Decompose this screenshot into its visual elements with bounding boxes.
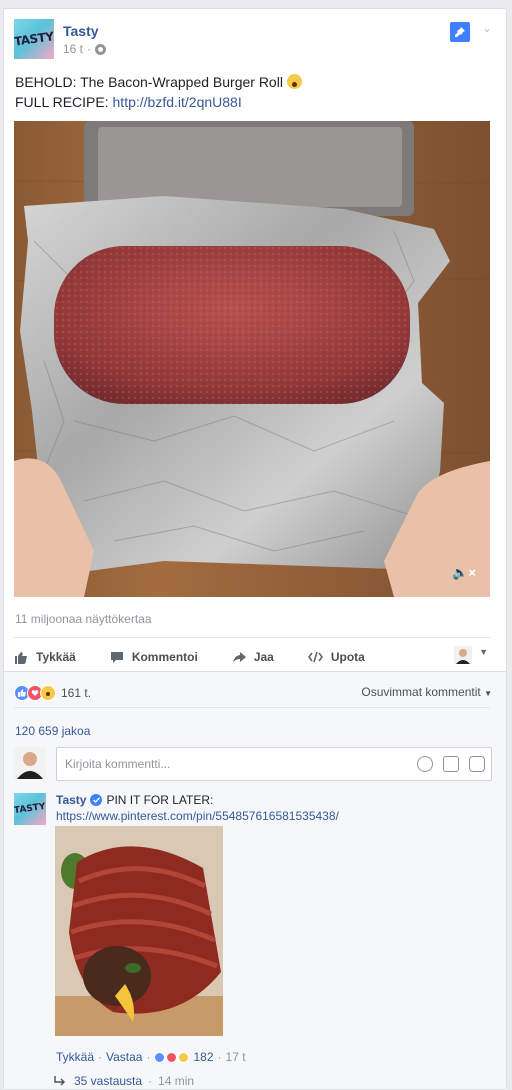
caret-down-icon: ▼	[484, 689, 492, 698]
reaction-summary[interactable]: 161 t.	[14, 685, 91, 701]
wow-reaction-icon	[178, 1051, 190, 1063]
mute-icon[interactable]: 🔈×	[452, 565, 476, 581]
chevron-down-icon[interactable]: ⌄	[482, 21, 492, 35]
embed-label: Upota	[330, 650, 365, 664]
divider	[14, 707, 490, 708]
comment-label: Kommentoi	[131, 650, 198, 664]
globe-icon	[95, 43, 107, 55]
comment-header: Tasty PIN IT FOR LATER:	[56, 793, 213, 807]
user-avatar[interactable]	[14, 747, 46, 779]
comment-button[interactable]: Kommentoi	[110, 650, 198, 664]
reaction-count: 161 t.	[61, 686, 92, 700]
view-replies[interactable]: 35 vastausta · 14 min	[54, 1074, 194, 1088]
action-bar: Tykkää Kommentoi Jaa Upota ▼	[14, 645, 490, 669]
camera-icon[interactable]	[443, 756, 459, 772]
like-label: Tykkää	[36, 650, 76, 664]
emoji-icon[interactable]	[417, 756, 433, 772]
page-avatar[interactable]: TASTY	[14, 19, 54, 59]
post-text-prefix: FULL RECIPE:	[15, 94, 113, 110]
code-icon	[307, 651, 323, 663]
comment-box	[56, 747, 492, 781]
video-frame	[14, 121, 490, 597]
reply-arrow-icon	[54, 1076, 65, 1086]
tasty-logo: TASTY	[14, 801, 46, 817]
comment-time[interactable]: 17 t	[226, 1050, 246, 1064]
like-reaction-icon	[154, 1051, 166, 1063]
comment-tools	[417, 756, 485, 772]
sticker-icon[interactable]	[469, 756, 485, 772]
post-time[interactable]: 16 t	[63, 42, 83, 56]
replies-time: 14 min	[158, 1074, 195, 1088]
comment-text: PIN IT FOR LATER:	[106, 793, 214, 807]
comment-meta: Tykkää · Vastaa · 182 · 17 t	[56, 1050, 246, 1064]
comment-author-avatar[interactable]: TASTY	[14, 793, 46, 825]
comment-reaction-count[interactable]: 182	[193, 1050, 213, 1064]
post-text-line1: BEHOLD: The Bacon-Wrapped Burger Roll	[15, 74, 283, 90]
tasty-logo: TASTY	[14, 29, 54, 49]
share-label: Jaa	[253, 650, 274, 664]
comment-image[interactable]	[55, 826, 223, 1036]
shocked-emoji-icon	[286, 74, 302, 89]
pin-icon	[455, 27, 465, 37]
speech-bubble-icon	[110, 651, 123, 663]
video-player[interactable]: 🔈×	[14, 121, 490, 597]
post-text: BEHOLD: The Bacon-Wrapped Burger Roll FU…	[15, 72, 302, 112]
comment-sort-label: Osuvimmat kommentit	[361, 685, 481, 699]
thumbs-up-icon	[15, 651, 27, 664]
divider	[14, 637, 490, 638]
wow-reaction-icon	[40, 685, 56, 701]
chevron-down-icon[interactable]: ▼	[479, 647, 488, 657]
comment-input[interactable]	[57, 748, 387, 780]
comment-sort-dropdown[interactable]: Osuvimmat kommentit ▼	[361, 685, 492, 699]
comment-reply-link[interactable]: Vastaa	[106, 1050, 142, 1064]
replies-count: 35 vastausta	[74, 1074, 143, 1088]
share-arrow-icon	[232, 651, 246, 663]
pinterest-link[interactable]: https://www.pinterest.com/pin/5548576165…	[56, 809, 339, 823]
bacon-roll-photo	[55, 826, 223, 1036]
love-reaction-icon	[166, 1051, 178, 1063]
post-card: TASTY Tasty 16 t · ⌄ BEHOLD: The Bacon-W…	[3, 8, 507, 1090]
share-button[interactable]: Jaa	[232, 650, 274, 664]
embed-button[interactable]: Upota	[307, 650, 365, 664]
recipe-link[interactable]: http://bzfd.it/2qnU88I	[113, 94, 242, 110]
viewer-avatar[interactable]	[454, 646, 472, 664]
pin-button[interactable]	[450, 22, 470, 42]
verified-badge-icon	[90, 794, 103, 806]
share-count[interactable]: 120 659 jakoa	[15, 724, 90, 738]
comment-author[interactable]: Tasty	[56, 793, 86, 807]
post-meta: 16 t ·	[63, 42, 107, 56]
like-button[interactable]: Tykkää	[14, 650, 76, 664]
comment-like-link[interactable]: Tykkää	[56, 1050, 94, 1064]
view-count: 11 miljoonaa näyttökertaa	[15, 612, 152, 626]
page-name[interactable]: Tasty	[63, 23, 99, 39]
